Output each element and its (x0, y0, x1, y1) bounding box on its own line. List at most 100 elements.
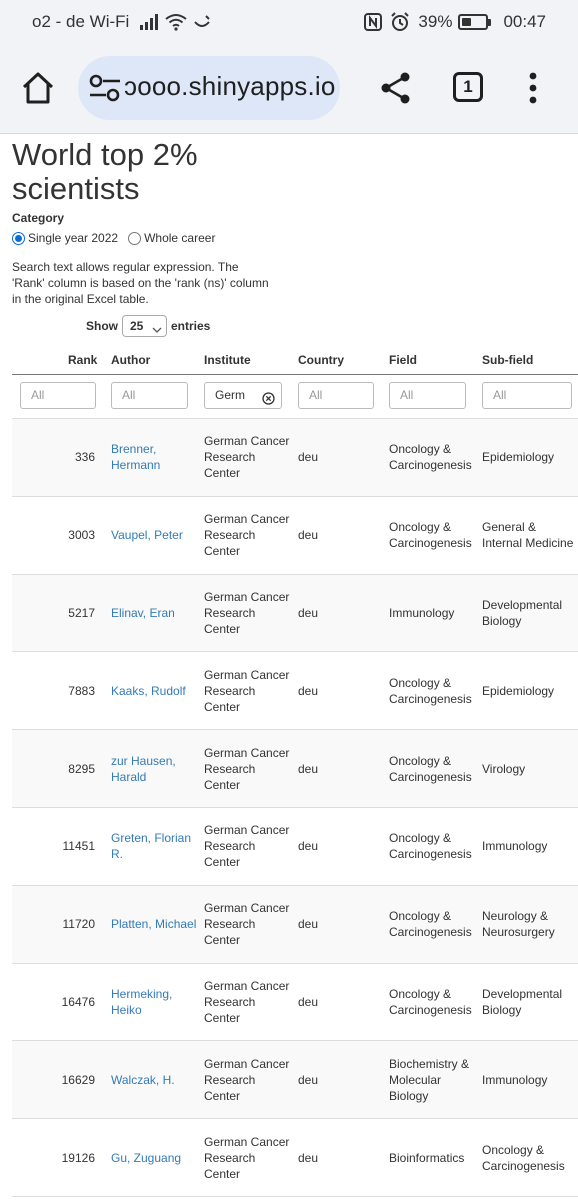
filter-input-country[interactable]: All (298, 382, 374, 409)
cell-author[interactable]: Platten, Michael (111, 886, 197, 963)
cell-text: 7883 (68, 683, 95, 698)
table-row: 11451 Greten, Florian R. German Cancer Res… (12, 807, 578, 886)
cell-institute: German Cancer Research Center (204, 652, 290, 729)
cell-subfield: Developmental Biology (482, 575, 578, 652)
radio-button[interactable] (12, 231, 25, 245)
column-header-country[interactable]: Country (298, 353, 344, 367)
column-header-institute[interactable]: Institute (204, 353, 251, 367)
cell-text: deu (298, 1150, 319, 1165)
cell-country: deu (298, 497, 378, 574)
cell-institute: German Cancer Research Center (204, 808, 290, 885)
home-icon[interactable] (20, 70, 56, 106)
cell-text: deu (298, 605, 319, 620)
cell-text: Oncology & Carcinogenesis (389, 831, 472, 862)
cell-subfield: Oncology & Carcinogenesis (482, 1119, 578, 1196)
cell-text: 5217 (68, 605, 95, 620)
cell-institute: German Cancer Research Center (204, 886, 290, 963)
table-row: 5217 Elinav, Eran German Cancer Research C… (12, 574, 578, 653)
cell-rank: 16629 (12, 1041, 95, 1118)
cell-author[interactable]: Vaupel, Peter (111, 497, 197, 574)
author-link[interactable]: Greten, Florian R. (111, 830, 197, 862)
filter-input-subfield[interactable]: All (482, 382, 572, 409)
site-settings-icon[interactable] (88, 74, 122, 102)
address-bar[interactable]: ɔooo.shinyapps.io (78, 56, 340, 120)
cell-institute: German Cancer Research Center (204, 497, 290, 574)
radio-label: Single year 2022 (28, 231, 119, 245)
share-icon[interactable] (380, 71, 412, 105)
author-link[interactable]: Elinav, Eran (111, 605, 175, 621)
cell-author[interactable]: Elinav, Eran (111, 575, 197, 652)
author-link[interactable]: Platten, Michael (111, 916, 196, 932)
cell-country: deu (298, 419, 378, 496)
status-bar: o2 - de Wi-Fi 39% 00:47 (0, 0, 578, 44)
cell-field: Oncology & Carcinogenesis (389, 652, 477, 729)
chevron-down-icon (152, 321, 162, 333)
cell-text: Oncology & Carcinogenesis (389, 753, 472, 784)
cell-subfield: General & Internal Medicine (482, 497, 578, 574)
filter-input-rank[interactable]: All (20, 382, 96, 409)
cell-subfield: Neurology & Neurosurgery (482, 886, 578, 963)
column-header-rank[interactable]: Rank (68, 353, 97, 367)
author-link[interactable]: Brenner, Hermann (111, 441, 197, 473)
cell-author[interactable]: Walczak, H. (111, 1041, 197, 1118)
cell-text: German Cancer Research Center (204, 512, 290, 559)
column-header-author[interactable]: Author (111, 353, 150, 367)
author-link[interactable]: Gu, Zuguang (111, 1150, 181, 1166)
cell-rank: 3003 (12, 497, 95, 574)
author-link[interactable]: Walczak, H. (111, 1072, 175, 1088)
cell-author[interactable]: Hermeking, Heiko (111, 964, 197, 1041)
cell-text: Oncology & Carcinogenesis (389, 442, 472, 473)
entries-label: entries (171, 319, 211, 333)
cell-text: 11451 (62, 839, 95, 854)
cell-institute: German Cancer Research Center (204, 419, 290, 496)
help-text: Search text allows regular expression. T… (12, 260, 269, 306)
cell-author[interactable]: Kaaks, Rudolf (111, 652, 197, 729)
cell-institute: German Cancer Research Center (204, 730, 290, 807)
more-vert-icon[interactable] (524, 72, 542, 104)
cell-author[interactable]: Greten, Florian R. (111, 808, 197, 885)
url-text[interactable]: ɔooo.shinyapps.io (124, 71, 336, 102)
filter-input-field[interactable]: All (389, 382, 466, 409)
radio-button[interactable] (128, 231, 142, 245)
cell-text: Oncology & Carcinogenesis (389, 909, 472, 940)
radio-single-year[interactable]: Single year 2022 (12, 231, 118, 245)
cell-field: Oncology & Carcinogenesis (389, 419, 477, 496)
author-link[interactable]: Hermeking, Heiko (111, 986, 197, 1018)
cell-author[interactable]: Brenner, Hermann (111, 419, 197, 496)
cell-text: 16629 (61, 1072, 95, 1087)
cell-field: Oncology & Carcinogenesis (389, 808, 477, 885)
clear-icon[interactable] (262, 389, 275, 405)
entries-select[interactable]: 25 (122, 315, 167, 337)
author-link[interactable]: zur Hausen, Harald (111, 753, 197, 785)
cell-text: German Cancer Research Center (204, 1134, 290, 1181)
cell-institute: German Cancer Research Center (204, 1041, 290, 1118)
cell-text: Neurology & Neurosurgery (482, 909, 555, 940)
cell-text: German Cancer Research Center (204, 589, 290, 636)
cell-text: Immunology (482, 1072, 548, 1087)
carrier-label: o2 - de Wi-Fi (32, 12, 130, 31)
activity-icon (193, 14, 211, 30)
cell-text: Oncology & Carcinogenesis (482, 1142, 565, 1173)
cell-text: Epidemiology (482, 450, 555, 465)
radio-whole-career[interactable]: Whole career (128, 231, 215, 245)
cell-text: German Cancer Research Center (204, 901, 290, 948)
cell-rank: 11451 (12, 808, 95, 885)
table-row: 336 Brenner, Hermann German Cancer Researc… (12, 419, 578, 497)
cell-author[interactable]: zur Hausen, Harald (111, 730, 197, 807)
column-header-field[interactable]: Field (389, 353, 417, 367)
tabs-icon[interactable]: 1 (453, 72, 483, 102)
column-header-subfield[interactable]: Sub-field (482, 353, 533, 367)
browser-toolbar: ɔooo.shinyapps.io 1 (0, 44, 578, 134)
cell-text: Developmental Biology (482, 986, 563, 1017)
author-link[interactable]: Kaaks, Rudolf (111, 683, 186, 699)
cell-text: deu (298, 761, 319, 776)
filter-input-author[interactable]: All (111, 382, 188, 409)
filter-input-institute[interactable]: Germ (204, 382, 282, 409)
entries-value: 25 (130, 319, 144, 333)
author-link[interactable]: Vaupel, Peter (111, 527, 183, 543)
page-length-control: Show 25 entries (86, 315, 210, 337)
filter-placeholder: All (31, 388, 45, 402)
cell-institute: German Cancer Research Center (204, 1119, 290, 1196)
cell-author[interactable]: Gu, Zuguang (111, 1119, 197, 1196)
table-row: 16629 Walczak, H. German Cancer Research C… (12, 1041, 578, 1120)
